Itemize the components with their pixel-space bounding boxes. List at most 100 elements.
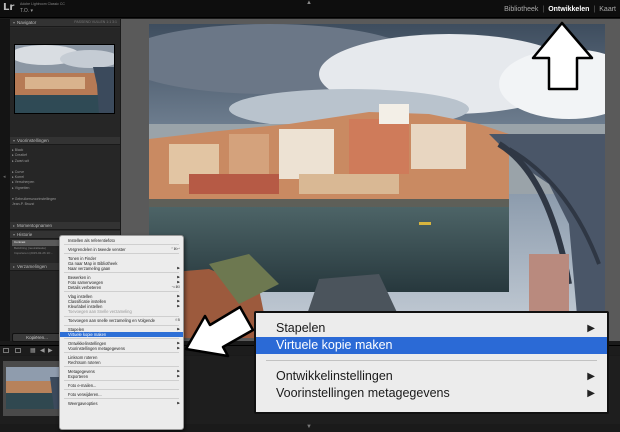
submenu-arrow-icon: ▶ xyxy=(177,400,180,405)
submenu-arrow-icon: ▶ xyxy=(177,345,180,350)
top-bar: Lr Adobe Lightroom Classic CC T.O. ▾ ▲ B… xyxy=(0,0,620,18)
submenu-arrow-icon: ▶ xyxy=(587,371,595,382)
module-separator: | xyxy=(593,6,596,13)
menu-item-label: Naar verzameling gaan xyxy=(68,265,111,271)
menu-item-vergrendelen-in-tweede-venster[interactable]: Vergrendelen in tweede venster ⌃⌘↵ xyxy=(60,247,183,252)
presets-panel-header[interactable]: ▾ Voorinstellingen xyxy=(10,137,120,145)
collapse-triangle-icon: ▸ xyxy=(13,264,16,269)
menu-item-label: Voorinstellingen metagegevens xyxy=(276,386,450,400)
navigator-preview[interactable] xyxy=(14,44,115,114)
menu-item-label: Ontwikkelinstellingen xyxy=(276,369,393,383)
menu-item-details-verbeteren[interactable]: Details verbeteren ⌥⌘I xyxy=(60,285,183,290)
history-list: Contrast Belichting (neutralisatie) Impo… xyxy=(12,240,60,257)
second-window-icon[interactable] xyxy=(15,348,21,353)
menu-separator xyxy=(64,352,179,354)
menu-separator xyxy=(64,338,179,340)
menu-shortcut: ⇧B xyxy=(174,318,180,323)
submenu-arrow-icon: ▶ xyxy=(177,265,180,270)
menu-item-voorinstellingen-metagegevens[interactable]: Voorinstellingen metagegevens ▶ xyxy=(60,346,183,351)
menu-separator xyxy=(64,244,179,246)
forward-arrow-icon[interactable]: ▶ xyxy=(48,347,54,354)
module-map[interactable]: Kaart xyxy=(599,6,616,13)
menu-item-virtuele-kopie-maken[interactable]: Virtuele kopie maken xyxy=(60,332,183,338)
menu-item-label: Details verbeteren xyxy=(68,285,102,290)
navigator-title: Navigator xyxy=(17,20,37,25)
menu-separator xyxy=(64,366,179,368)
thumbnail-photo xyxy=(6,367,63,409)
history-step[interactable]: Importeren (2015-02-26 10:... xyxy=(12,251,60,257)
collapse-triangle-icon: ▾ xyxy=(13,232,16,237)
menu-shortcut: ⌥⌘I xyxy=(171,285,180,289)
menu-separator xyxy=(64,380,179,382)
identity-plate[interactable]: T.O. ▾ xyxy=(20,8,33,14)
menu-separator xyxy=(64,315,179,317)
menu-item-instellen-als-referentiefoto[interactable]: Instellen als referentiefoto xyxy=(60,238,183,243)
submenu-arrow-icon: ▶ xyxy=(177,373,180,378)
collapse-triangle-icon: ▸ xyxy=(13,223,16,228)
navigator-zoom-options[interactable]: PASSEND VULLEN 1:1 3:1 xyxy=(74,20,117,24)
menu-separator xyxy=(64,389,179,391)
context-menu: Instellen als referentiefoto Vergrendelen… xyxy=(59,235,184,430)
module-library[interactable]: Bibliotheek xyxy=(504,6,538,13)
menu-item-label: Toevoegen aan snelle verzameling en Volg… xyxy=(68,318,155,324)
collapse-triangle-icon: ▾ xyxy=(13,20,16,25)
collections-title: Verzamelingen xyxy=(17,264,47,269)
bottom-panel-toggle-icon[interactable]: ▼ xyxy=(306,424,312,430)
menu-separator xyxy=(64,398,179,400)
navigator-panel-header[interactable]: ▾ Navigator PASSEND VULLEN 1:1 3:1 xyxy=(10,19,120,28)
menu-item-label: Voorinstellingen metagegevens xyxy=(68,345,125,351)
menu-item-label: Foto e-mailen... xyxy=(68,382,97,388)
menu-item-exporteren[interactable]: Exporteren ▶ xyxy=(60,374,183,379)
menu-item-label: Weergaveopties xyxy=(68,400,98,406)
main-photo[interactable] xyxy=(149,24,605,338)
submenu-arrow-icon: ▶ xyxy=(587,388,595,399)
menu-separator xyxy=(64,324,179,326)
history-title: Historie xyxy=(17,232,33,237)
zoom-menu-item-virtuele-kopie-maken[interactable]: Virtuele kopie maken xyxy=(256,337,607,354)
zoom-menu-item-voorinstellingen-metagegevens[interactable]: Voorinstellingen metagegevens ▶ xyxy=(256,385,607,402)
menu-item-label: Vergrendelen in tweede venster xyxy=(68,246,126,252)
menu-separator xyxy=(64,253,179,255)
menu-item-foto-verwijderen[interactable]: Foto verwijderen... xyxy=(60,392,183,397)
menu-separator xyxy=(64,291,179,293)
preset-item[interactable]: Jean-P. Bruzzi xyxy=(12,202,117,207)
collapse-triangle-icon: ▾ xyxy=(13,138,16,143)
menu-item-label: Rechtsom roteren xyxy=(68,359,101,365)
filmstrip-thumbnail[interactable] xyxy=(6,367,63,409)
lightroom-window: Lr Adobe Lightroom Classic CC T.O. ▾ ▲ B… xyxy=(0,0,620,432)
menu-item-label: Virtuele kopie maken xyxy=(68,332,107,337)
left-panel-edge[interactable]: ◂ xyxy=(0,19,10,341)
menu-item-label: Virtuele kopie maken xyxy=(276,338,393,352)
presets-list: ▸ Black ▸ Creatief ▸ Zwart-wit ▸ Curve ▸… xyxy=(12,148,117,207)
porto-cityscape-image xyxy=(149,24,605,338)
menu-item-foto-e-mailen[interactable]: Foto e-mailen... xyxy=(60,383,183,388)
menu-item-toevoegen-aan-snelle-verzameling-en-volgende[interactable]: Toevoegen aan snelle verzameling en Volg… xyxy=(60,318,183,323)
module-separator: | xyxy=(542,6,545,13)
grid-view-icon[interactable]: ▦ xyxy=(30,347,36,354)
menu-item-label: Toevoegen aan Snelle verzameling xyxy=(68,309,132,315)
menu-shortcut: ⌃⌘↵ xyxy=(170,246,180,251)
zoom-menu-item-stapelen[interactable]: Stapelen ▶ xyxy=(256,320,607,337)
zoomed-menu-detail: Stapelen ▶ Virtuele kopie maken Ontwikkelin… xyxy=(254,311,609,414)
menu-item-label: Foto verwijderen... xyxy=(68,391,102,397)
menu-item-label: Exporteren xyxy=(68,373,89,379)
menu-item-label: Instellen als referentiefoto xyxy=(68,238,115,243)
presets-title: Voorinstellingen xyxy=(17,138,49,143)
app-title: Adobe Lightroom Classic CC xyxy=(20,2,65,6)
module-develop[interactable]: Ontwikkelen xyxy=(548,6,589,13)
menu-item-weergaveopties[interactable]: Weergaveopties ▶ xyxy=(60,401,183,406)
copy-settings-button[interactable]: Kopiëren... xyxy=(12,333,62,342)
menu-item-toevoegen-aan-snelle-verzameling: Toevoegen aan Snelle verzameling xyxy=(60,309,183,314)
navigator-photo xyxy=(15,45,114,113)
left-panel-toggle-icon[interactable]: ◂ xyxy=(3,174,6,180)
lightroom-logo: Lr xyxy=(3,2,15,13)
snapshots-title: Momentopnamen xyxy=(17,223,53,228)
main-window-icon[interactable] xyxy=(3,348,9,353)
top-panel-toggle-icon[interactable]: ▲ xyxy=(306,0,312,6)
menu-item-naar-verzameling-gaan[interactable]: Naar verzameling gaan ▶ xyxy=(60,266,183,271)
menu-item-rechtsom-roteren[interactable]: Rechtsom roteren xyxy=(60,360,183,365)
submenu-arrow-icon: ▶ xyxy=(587,323,595,334)
zoom-menu-item-ontwikkelinstellingen[interactable]: Ontwikkelinstellingen ▶ xyxy=(256,368,607,385)
back-arrow-icon[interactable]: ◀ xyxy=(40,347,46,354)
snapshots-panel-header[interactable]: ▸ Momentopnamen xyxy=(10,222,120,230)
